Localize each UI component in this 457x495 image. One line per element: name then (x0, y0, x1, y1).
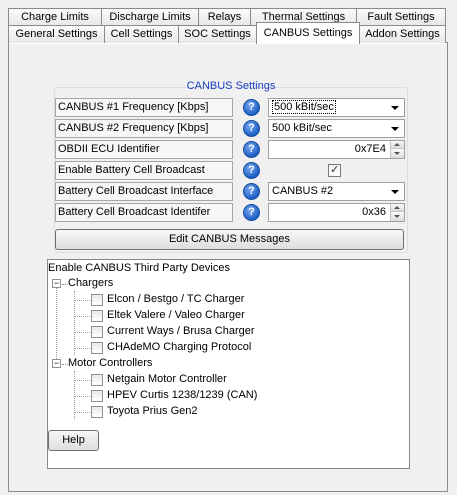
spin-buttons (390, 141, 404, 158)
canbus-settings-group: CANBUS Settings CANBUS #1 Frequency [Kbp… (54, 80, 408, 253)
tab-soc-settings[interactable]: SOC Settings (178, 25, 257, 43)
chevron-down-icon (391, 190, 399, 194)
help-icon[interactable]: ? (243, 183, 260, 200)
checkbox[interactable] (91, 390, 103, 402)
tree-group-chargers[interactable]: Chargers (68, 276, 113, 292)
tree-item-current-ways[interactable]: Current Ways / Brusa Charger (107, 324, 255, 340)
spin-buttons (390, 204, 404, 221)
tab-panel: CANBUS Settings CANBUS #1 Frequency [Kbp… (8, 42, 448, 492)
help-icon[interactable]: ? (243, 120, 260, 137)
spin-value: 0x36 (362, 206, 386, 218)
label-canbus1-frequency: CANBUS #1 Frequency [Kbps] (55, 98, 233, 117)
combo-value: 500 kBit/sec (272, 122, 332, 134)
help-button[interactable]: Help (48, 430, 99, 451)
label-cell-broadcast-identifier: Battery Cell Broadcast Identifer (55, 203, 233, 222)
checkbox[interactable] (91, 326, 103, 338)
cell-broadcast-interface-select[interactable]: CANBUS #2 (268, 182, 405, 201)
checkbox[interactable] (91, 406, 103, 418)
tree-item-chademo[interactable]: CHAdeMO Charging Protocol (107, 340, 251, 356)
tab-addon-settings[interactable]: Addon Settings (359, 25, 446, 43)
collapse-icon[interactable]: − (52, 359, 61, 368)
group-title: CANBUS Settings (186, 80, 276, 92)
label-obdii-ecu-identifier: OBDII ECU Identifier (55, 140, 233, 159)
spin-down-button[interactable] (391, 213, 404, 221)
tab-fault-settings[interactable]: Fault Settings (356, 8, 446, 26)
label-enable-cell-broadcast: Enable Battery Cell Broadcast (55, 161, 233, 180)
tree-item-toyota-prius[interactable]: Toyota Prius Gen2 (107, 404, 198, 420)
tab-cell-settings[interactable]: Cell Settings (104, 25, 179, 43)
tab-relays[interactable]: Relays (198, 8, 251, 26)
help-icon[interactable]: ? (243, 204, 260, 221)
checkbox[interactable] (91, 374, 103, 386)
chevron-down-icon (391, 106, 399, 110)
spin-value: 0x7E4 (354, 143, 386, 155)
tab-charge-limits[interactable]: Charge Limits (8, 8, 102, 26)
tree-item-netgain[interactable]: Netgain Motor Controller (107, 372, 227, 388)
enable-cell-broadcast-checkbox[interactable] (328, 163, 341, 177)
cell-broadcast-identifier-spinbox[interactable]: 0x36 (268, 203, 405, 222)
tree-item-elcon[interactable]: Elcon / Bestgo / TC Charger (107, 292, 244, 308)
collapse-icon[interactable]: − (52, 279, 61, 288)
label-cell-broadcast-interface: Battery Cell Broadcast Interface (55, 182, 233, 201)
tab-discharge-limits[interactable]: Discharge Limits (101, 8, 199, 26)
tree-title: Enable CANBUS Third Party Devices (48, 262, 230, 274)
help-icon[interactable]: ? (243, 162, 260, 179)
chevron-down-icon (391, 127, 399, 131)
help-icon[interactable]: ? (243, 141, 260, 158)
combo-value: 500 kBit/sec (272, 100, 336, 114)
label-canbus2-frequency: CANBUS #2 Frequency [Kbps] (55, 119, 233, 138)
spin-up-button[interactable] (391, 204, 404, 212)
tab-general-settings[interactable]: General Settings (8, 25, 105, 43)
checkbox[interactable] (91, 294, 103, 306)
obdii-ecu-identifier-spinbox[interactable]: 0x7E4 (268, 140, 405, 159)
tree-item-hpev-curtis[interactable]: HPEV Curtis 1238/1239 (CAN) (107, 388, 257, 404)
tree-item-eltek[interactable]: Eltek Valere / Valeo Charger (107, 308, 245, 324)
combo-value: CANBUS #2 (272, 185, 334, 197)
checkbox[interactable] (91, 310, 103, 322)
help-icon[interactable]: ? (243, 99, 260, 116)
canbus1-frequency-select[interactable]: 500 kBit/sec (268, 98, 405, 117)
spin-down-button[interactable] (391, 150, 404, 158)
checkbox[interactable] (91, 342, 103, 354)
tree-group-motor-controllers[interactable]: Motor Controllers (68, 356, 152, 372)
spin-up-button[interactable] (391, 141, 404, 149)
canbus2-frequency-select[interactable]: 500 kBit/sec (268, 119, 405, 138)
third-party-devices-tree[interactable]: Enable CANBUS Third Party Devices − Char… (47, 259, 410, 469)
edit-canbus-messages-button[interactable]: Edit CANBUS Messages (55, 229, 404, 250)
tab-canbus-settings[interactable]: CANBUS Settings (256, 22, 360, 44)
